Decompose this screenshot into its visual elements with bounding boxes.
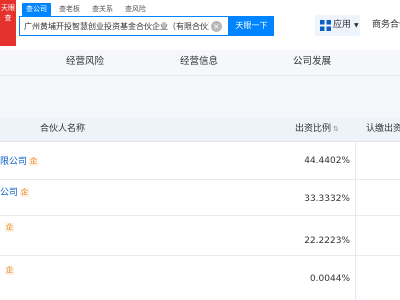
top-bar: 天眼查 查公司 查老板 查关系 查风险 × 天眼一下 应用 ▼ 商务合作 bbox=[0, 0, 400, 50]
company-tag: 企 bbox=[29, 157, 39, 166]
search-input[interactable] bbox=[24, 19, 209, 33]
tab-relation[interactable]: 查关系 bbox=[88, 3, 117, 16]
business-cooperation-link[interactable]: 商务合作 bbox=[372, 15, 400, 36]
table-row: 公司企 33.3332% bbox=[0, 180, 400, 216]
sort-icon[interactable]: ⇅ bbox=[333, 118, 339, 141]
column-header-ratio-label: 出资比例 bbox=[295, 124, 332, 134]
section-spacer bbox=[0, 76, 400, 118]
logo[interactable]: 天眼查 bbox=[0, 0, 16, 46]
app-menu-button[interactable]: 应用 ▼ bbox=[315, 15, 360, 36]
partner-name-link[interactable]: 企 bbox=[3, 223, 14, 233]
tab-boss[interactable]: 查老板 bbox=[55, 3, 84, 16]
company-tag: 企 bbox=[20, 188, 30, 197]
partner-name-link[interactable]: 限公司企 bbox=[0, 154, 39, 167]
app-menu-label: 应用 bbox=[333, 20, 352, 30]
table-row: 限公司企 44.4402% bbox=[0, 142, 400, 180]
grid-icon bbox=[320, 20, 331, 31]
partner-name-link[interactable]: 企 bbox=[3, 266, 14, 276]
search-box: × bbox=[19, 16, 229, 36]
nav-item-operation-risk[interactable]: 经营风险 bbox=[66, 50, 104, 74]
tab-risk[interactable]: 查风险 bbox=[121, 3, 150, 16]
ratio-value: 0.0044% bbox=[309, 274, 350, 284]
search-type-tabs: 查公司 查老板 查关系 查风险 bbox=[22, 3, 150, 16]
caret-down-icon: ▼ bbox=[354, 22, 359, 29]
search-button[interactable]: 天眼一下 bbox=[229, 16, 274, 36]
clear-icon[interactable]: × bbox=[211, 21, 222, 32]
ratio-value: 33.3332% bbox=[304, 194, 350, 204]
column-header-subscribed: 认缴出资 bbox=[366, 124, 400, 134]
partner-name-link[interactable]: 公司企 bbox=[0, 185, 30, 198]
table-header: 合伙人名称 出资比例 ⇅ 认缴出资 bbox=[0, 118, 400, 142]
table-row: 企 22.2223% bbox=[0, 216, 400, 256]
ratio-value: 44.4402% bbox=[304, 156, 350, 166]
column-header-ratio[interactable]: 出资比例 ⇅ bbox=[295, 118, 339, 141]
company-tag: 企 bbox=[5, 266, 14, 275]
tab-company[interactable]: 查公司 bbox=[22, 3, 51, 16]
column-header-partner-name: 合伙人名称 bbox=[40, 124, 86, 134]
company-tag: 企 bbox=[5, 223, 14, 232]
section-nav: 经营风险 经营信息 公司发展 bbox=[0, 50, 400, 76]
table-row: 企 0.0044% bbox=[0, 256, 400, 300]
nav-item-operation-info[interactable]: 经营信息 bbox=[180, 50, 218, 74]
nav-item-company-development[interactable]: 公司发展 bbox=[293, 50, 331, 74]
ratio-value: 22.2223% bbox=[304, 236, 350, 246]
